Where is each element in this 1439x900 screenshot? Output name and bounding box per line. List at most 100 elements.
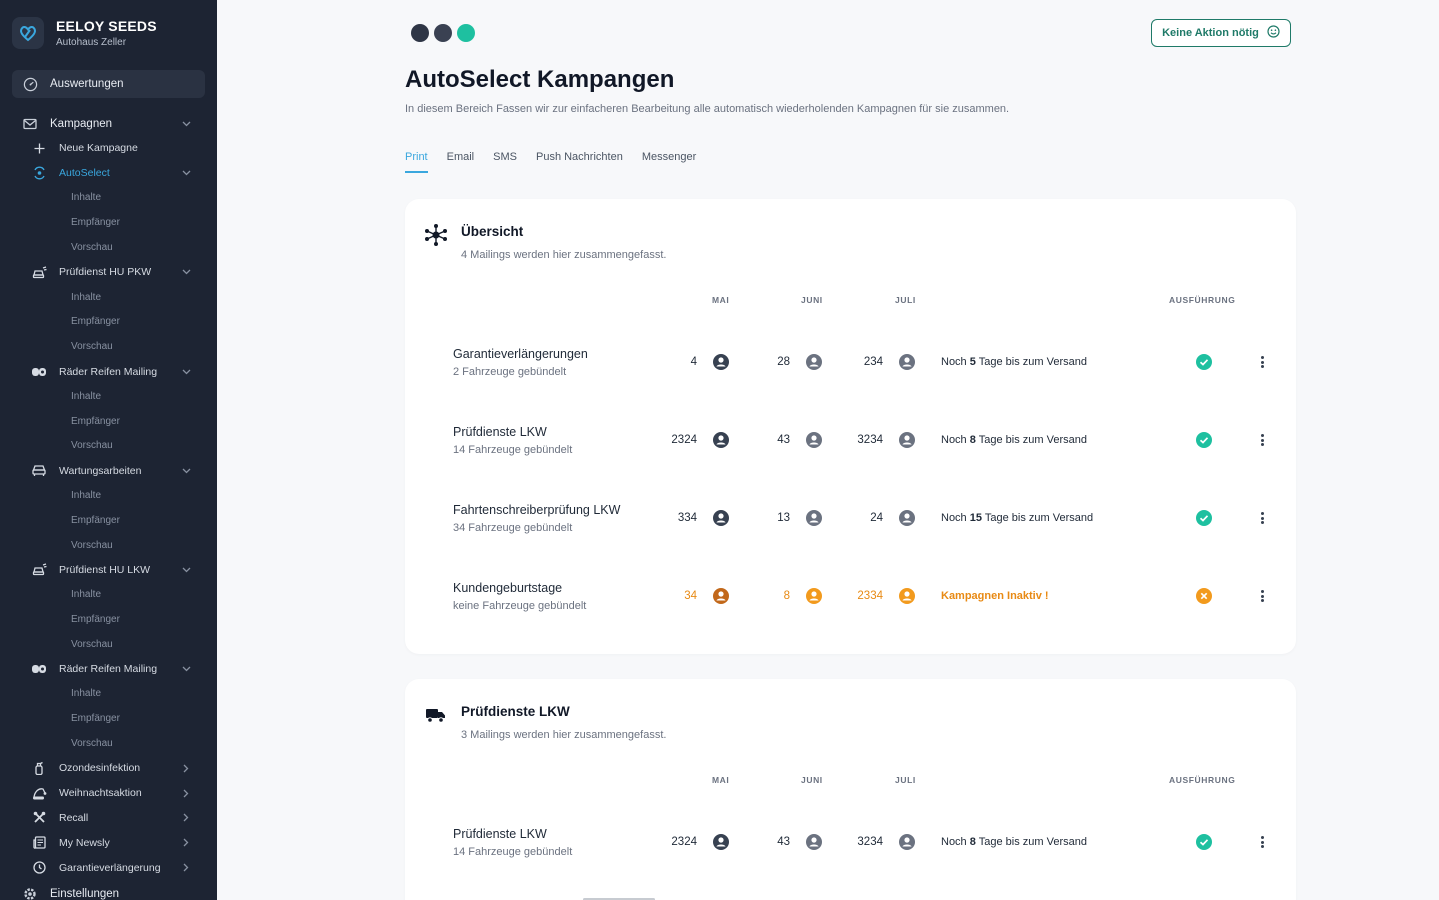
inactive-status: Kampagnen Inaktiv !	[941, 590, 1049, 602]
sidebar-section-kampagnen[interactable]: Kampagnen	[0, 111, 217, 136]
check-circle-icon	[1196, 432, 1212, 448]
sidebar-section-label: Kampagnen	[50, 117, 113, 130]
sidebar-item-label: Ozondesinfektion	[59, 762, 141, 775]
user-circle-icon	[806, 588, 822, 604]
more-options-icon[interactable]	[1257, 432, 1267, 448]
sidebar-sub-vorschau[interactable]: Vorschau	[0, 434, 217, 459]
count-juli: 2334	[857, 590, 883, 602]
count-juni: 8	[783, 590, 790, 602]
user-circle-icon	[806, 834, 822, 850]
sidebar-sub-inhalte[interactable]: Inhalte	[0, 483, 217, 508]
sidebar-sub-inhalte[interactable]: Inhalte	[0, 384, 217, 409]
card-title: Übersicht	[461, 224, 524, 239]
status-suffix: Tage bis zum Versand	[975, 356, 1087, 368]
dispatch-status: Noch 8 Tage bis zum Versand	[941, 434, 1087, 446]
spray-icon	[31, 761, 47, 776]
sidebar-sub-inhalte[interactable]: Inhalte	[0, 682, 217, 707]
sidebar-sub-vorschau[interactable]: Vorschau	[0, 731, 217, 756]
table-row[interactable]: Prüfdienste LKW 14 Fahrzeuge gebündelt 2…	[405, 423, 1296, 463]
car-service-icon	[31, 266, 47, 279]
sidebar-sub-inhalte[interactable]: Inhalte	[0, 582, 217, 607]
sidebar-item-weihnachtsaktion[interactable]: Weihnachtsaktion	[0, 781, 217, 806]
more-options-icon[interactable]	[1257, 510, 1267, 526]
truck-icon	[424, 703, 448, 727]
table-row[interactable]: Prüfdienste LKW 14 Fahrzeuge gebündelt 2…	[405, 825, 1296, 865]
sidebar-item-my-newsly[interactable]: My Newsly	[0, 830, 217, 855]
more-options-icon[interactable]	[1257, 834, 1267, 850]
sidebar-item-wartungsarbeiten[interactable]: Wartungsarbeiten	[0, 458, 217, 483]
sidebar-item-raeder-reifen-mailing-2[interactable]: Räder Reifen Mailing	[0, 657, 217, 682]
sidebar-item-recall[interactable]: Recall	[0, 806, 217, 831]
sidebar-item-label: Räder Reifen Mailing	[59, 365, 158, 378]
channel-tabs: Print Email SMS Push Nachrichten Messeng…	[405, 151, 696, 173]
plus-icon	[31, 143, 47, 154]
sidebar-item-pruefdienst-hu-lkw[interactable]: Prüfdienst HU LKW	[0, 558, 217, 583]
sidebar-item-pruefdienst-hu-pkw[interactable]: Prüfdienst HU PKW	[0, 260, 217, 285]
dot-indicator	[411, 24, 429, 42]
no-action-button[interactable]: Keine Aktion nötig	[1151, 19, 1291, 47]
sidebar-sub-vorschau[interactable]: Vorschau	[0, 334, 217, 359]
sidebar-item-auswertungen[interactable]: Auswertungen	[12, 70, 205, 98]
brand-name: EELOY SEEDS	[56, 18, 157, 34]
count-mai: 2324	[671, 434, 697, 446]
sidebar-sub-inhalte[interactable]: Inhalte	[0, 186, 217, 211]
dispatch-status: Noch 8 Tage bis zum Versand	[941, 836, 1087, 848]
user-circle-icon	[713, 588, 729, 604]
sidebar-sub-inhalte[interactable]: Inhalte	[0, 285, 217, 310]
sidebar-sub-empfaenger[interactable]: Empfänger	[0, 508, 217, 533]
sidebar-item-autoselect[interactable]: AutoSelect	[0, 161, 217, 186]
tab-sms[interactable]: SMS	[493, 151, 517, 173]
status-prefix: Noch	[941, 434, 970, 446]
sidebar-item-label: Garantieverlängerung	[59, 861, 161, 874]
table-row[interactable]: Garantieverlängerungen 2 Fahrzeuge gebün…	[405, 345, 1296, 385]
brand[interactable]: EELOY SEEDS Autohaus Zeller	[0, 0, 217, 66]
status-suffix: Tage bis zum Versand	[975, 434, 1087, 446]
table-row[interactable]: Kundengeburtstage keine Fahrzeuge gebünd…	[405, 579, 1296, 619]
user-circle-icon	[713, 510, 729, 526]
sidebar-item-label: Recall	[59, 811, 89, 824]
row-title: Prüfdienste LKW	[453, 425, 547, 439]
check-circle-icon	[1196, 510, 1212, 526]
more-options-icon[interactable]	[1257, 588, 1267, 604]
tab-push[interactable]: Push Nachrichten	[536, 151, 623, 173]
sidebar-item-label: My Newsly	[59, 836, 110, 849]
row-subtitle: 2 Fahrzeuge gebündelt	[453, 366, 567, 378]
status-suffix: Tage bis zum Versand	[982, 512, 1094, 524]
sidebar-item-neue-kampagne[interactable]: Neue Kampagne	[0, 136, 217, 161]
status-days: 15	[969, 512, 982, 524]
sidebar-sub-empfaenger[interactable]: Empfänger	[0, 607, 217, 632]
window-dots	[411, 24, 475, 42]
user-circle-icon	[899, 588, 915, 604]
sidebar-sub-empfaenger[interactable]: Empfänger	[0, 409, 217, 434]
row-subtitle: keine Fahrzeuge gebündelt	[453, 600, 587, 612]
more-options-icon[interactable]	[1257, 354, 1267, 370]
newspaper-icon	[31, 836, 47, 849]
sidebar-item-raeder-reifen-mailing[interactable]: Räder Reifen Mailing	[0, 359, 217, 384]
sidebar-sub-empfaenger[interactable]: Empfänger	[0, 310, 217, 335]
sidebar-item-einstellungen[interactable]: Einstellungen	[0, 882, 217, 900]
sidebar-sub-empfaenger[interactable]: Empfänger	[0, 210, 217, 235]
sidebar-sub-vorschau[interactable]: Vorschau	[0, 235, 217, 260]
no-action-label: Keine Aktion nötig	[1162, 27, 1259, 39]
sidebar-item-garantieverlaengerung[interactable]: Garantieverlängerung	[0, 855, 217, 880]
sidebar-item-label: AutoSelect	[59, 167, 110, 180]
count-juni: 13	[777, 512, 790, 524]
tab-print[interactable]: Print	[405, 151, 428, 173]
count-mai: 34	[684, 590, 697, 602]
page-title: AutoSelect Kampangen	[405, 66, 675, 93]
count-juli: 234	[863, 356, 883, 368]
chevron-down-icon	[181, 267, 191, 277]
sidebar-sub-vorschau[interactable]: Vorschau	[0, 632, 217, 657]
check-circle-icon	[1196, 354, 1212, 370]
sidebar-item-ozondesinfektion[interactable]: Ozondesinfektion	[0, 756, 217, 781]
sidebar-sub-vorschau[interactable]: Vorschau	[0, 533, 217, 558]
tab-email[interactable]: Email	[447, 151, 475, 173]
user-circle-icon	[713, 432, 729, 448]
column-header-juni: JUNI	[801, 295, 823, 305]
count-juni: 28	[777, 356, 790, 368]
tab-messenger[interactable]: Messenger	[642, 151, 696, 173]
table-row[interactable]: Fahrtenschreiberprüfung LKW 34 Fahrzeuge…	[405, 501, 1296, 541]
sidebar-item-label: Neue Kampagne	[59, 142, 138, 155]
tires-icon	[31, 664, 47, 674]
sidebar-sub-empfaenger[interactable]: Empfänger	[0, 706, 217, 731]
